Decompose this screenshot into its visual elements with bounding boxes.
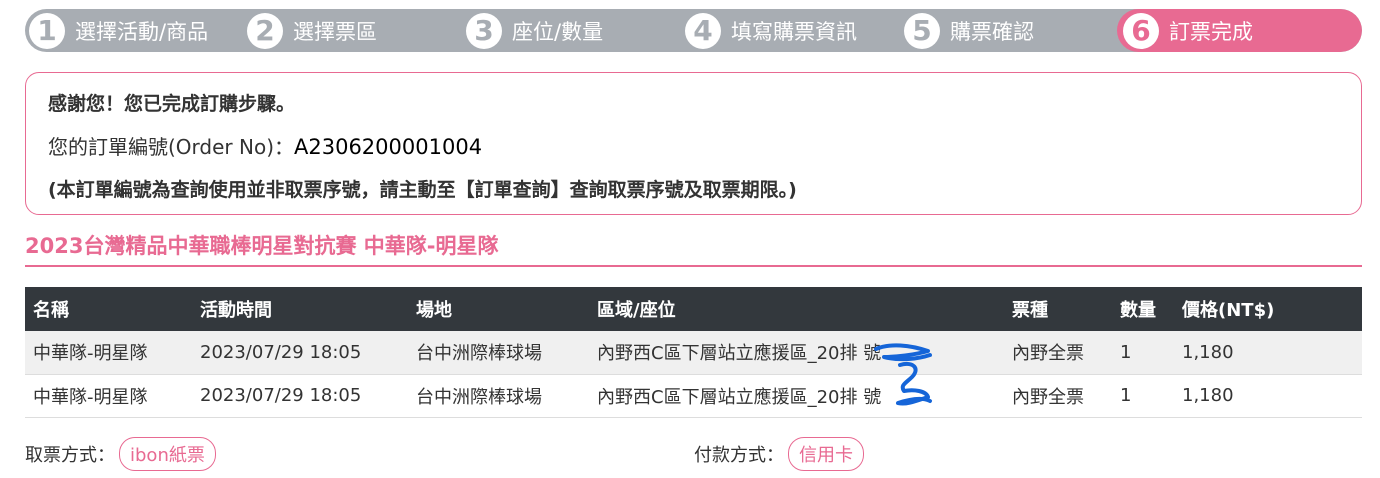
step-label: 填寫購票資訊 [731, 19, 857, 44]
step-number-badge: 6 [1123, 12, 1159, 49]
step-select-event: 1 選擇活動/商品 [29, 9, 208, 52]
cell-seat: 內野西C區下層站立應援區_20排 號 [589, 374, 1004, 417]
order-complete-message-box: 感謝您！您已完成訂購步驟。 您的訂單編號(Order No)：A23062000… [25, 72, 1362, 215]
step-label: 購票確認 [950, 19, 1034, 44]
order-number: A2306200001004 [294, 135, 483, 159]
thanks-message: 感謝您！您已完成訂購步驟。 [48, 93, 296, 115]
payment-method-label: 付款方式： [694, 445, 784, 466]
event-title: 2023台灣精品中華職棒明星對抗賽 中華隊-明星隊 [25, 234, 499, 258]
redaction-scribble [874, 343, 932, 406]
cell-name: 中華隊-明星隊 [25, 331, 192, 374]
ticket-table: 名稱 活動時間 場地 區域/座位 票種 數量 價格(NT$) 中華隊-明星隊 2… [25, 287, 1362, 418]
step-number-badge: 4 [685, 12, 721, 49]
step-fill-info: 4 填寫購票資訊 [685, 9, 857, 52]
order-steps-bar: 1 選擇活動/商品 2 選擇票區 3 座位/數量 4 填寫購票資訊 5 購票確認… [25, 9, 1362, 52]
pickup-method-label: 取票方式： [25, 445, 115, 466]
step-label: 選擇活動/商品 [75, 19, 209, 44]
step-number-badge: 2 [247, 12, 283, 49]
step-seat-quantity: 3 座位/數量 [466, 9, 603, 52]
column-header-time: 活動時間 [192, 287, 408, 331]
column-header-quantity: 數量 [1112, 287, 1174, 331]
column-header-seat: 區域/座位 [589, 287, 1004, 331]
step-label: 選擇票區 [293, 19, 377, 44]
table-row: 中華隊-明星隊 2023/07/29 18:05 台中洲際棒球場 內野西C區下層… [25, 374, 1362, 417]
cell-quantity: 1 [1112, 374, 1174, 417]
cell-name: 中華隊-明星隊 [25, 374, 192, 417]
cell-price: 1,180 [1174, 374, 1362, 417]
order-number-line: 您的訂單編號(Order No)：A2306200001004 [48, 131, 482, 160]
title-divider [25, 265, 1362, 267]
pickup-method-value: ibon紙票 [119, 437, 216, 471]
column-header-venue: 場地 [408, 287, 589, 331]
step-select-area: 2 選擇票區 [247, 9, 377, 52]
cell-ticket-type: 內野全票 [1004, 374, 1112, 417]
order-number-note: (本訂單編號為查詢使用並非取票序號，請主動至【訂單查詢】查詢取票序號及取票期限。… [48, 179, 797, 201]
cell-seat: 內野西C區下層站立應援區_20排 號 [589, 331, 1004, 374]
step-confirm: 5 購票確認 [904, 9, 1034, 52]
payment-method-value: 信用卡 [788, 437, 864, 471]
cell-time: 2023/07/29 18:05 [192, 331, 408, 374]
cell-time: 2023/07/29 18:05 [192, 374, 408, 417]
step-complete: 6 訂票完成 [1123, 9, 1253, 52]
cell-quantity: 1 [1112, 331, 1174, 374]
cell-venue: 台中洲際棒球場 [408, 331, 589, 374]
step-label: 座位/數量 [512, 19, 604, 44]
column-header-price: 價格(NT$) [1174, 287, 1362, 331]
order-number-label: 您的訂單編號(Order No)： [48, 135, 294, 159]
column-header-name: 名稱 [25, 287, 192, 331]
cell-ticket-type: 內野全票 [1004, 331, 1112, 374]
step-number-badge: 1 [29, 12, 65, 49]
column-header-ticket-type: 票種 [1004, 287, 1112, 331]
step-number-badge: 3 [466, 12, 502, 49]
table-header-row: 名稱 活動時間 場地 區域/座位 票種 數量 價格(NT$) [25, 287, 1362, 331]
payment-method: 付款方式： 信用卡 [694, 437, 864, 471]
step-number-badge: 5 [904, 12, 940, 49]
cell-venue: 台中洲際棒球場 [408, 374, 589, 417]
pickup-method: 取票方式： ibon紙票 [25, 437, 216, 471]
step-label: 訂票完成 [1169, 19, 1253, 44]
table-row: 中華隊-明星隊 2023/07/29 18:05 台中洲際棒球場 內野西C區下層… [25, 331, 1362, 374]
cell-price: 1,180 [1174, 331, 1362, 374]
